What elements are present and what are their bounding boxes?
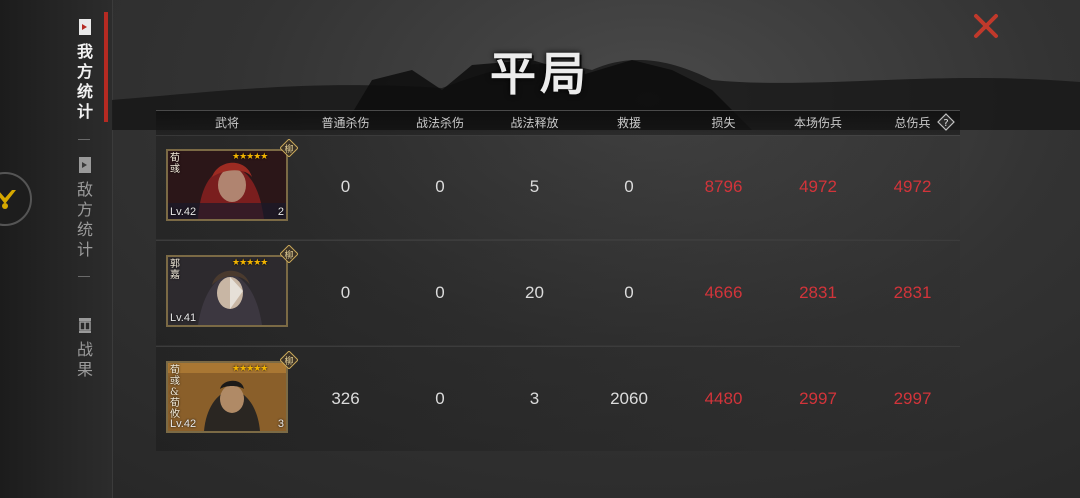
result-title: 平局 xyxy=(490,47,590,101)
rescue-value: 2060 xyxy=(610,389,648,408)
tactic-casts-value: 5 xyxy=(529,177,540,196)
svg-text:?: ? xyxy=(943,118,948,129)
table-row: 荀彧&荀攸 ★★★★★ Lv.42 3 柳 326 0 3 2060 4480 … xyxy=(156,347,960,451)
normal-kills-value: 0 xyxy=(340,283,351,302)
tactic-kills-value: 0 xyxy=(435,177,445,196)
loss-value: 4480 xyxy=(704,389,743,408)
tactic-casts-value: 3 xyxy=(529,389,540,408)
help-icon[interactable]: ? xyxy=(937,113,955,131)
header-tactic-casts: 战法释放 xyxy=(510,116,559,130)
sidebar-divider xyxy=(78,276,90,277)
enemy-stats-icon xyxy=(79,157,91,173)
header-wounded-this-battle: 本场伤兵 xyxy=(793,116,842,130)
svg-text:柳: 柳 xyxy=(284,143,293,155)
total-wounded-value: 2997 xyxy=(893,389,932,408)
svg-text:柳: 柳 xyxy=(284,355,293,367)
total-wounded-value: 2831 xyxy=(893,283,932,302)
general-portrait[interactable]: 郭嘉 ★★★★★ Lv.41 xyxy=(166,255,288,327)
tab-battle-result[interactable]: 战 果 xyxy=(72,316,98,380)
tactic-kills-value: 0 xyxy=(435,283,445,302)
total-wounded-value: 4972 xyxy=(893,177,932,196)
sidebar-divider xyxy=(78,139,90,140)
wounded-this-battle-value: 2997 xyxy=(799,389,837,408)
active-tab-indicator xyxy=(104,12,108,122)
our-stats-icon xyxy=(79,19,91,35)
header-loss: 损失 xyxy=(711,116,736,130)
table-row: 荀彧 ★★★★★ Lv.42 2 柳 0 0 5 0 8796 4972 497… xyxy=(156,135,960,239)
loss-value: 8796 xyxy=(704,177,743,196)
faction-emblem-icon: 柳 xyxy=(280,139,298,157)
header-tactic-kills: 战法杀伤 xyxy=(415,116,464,130)
close-icon[interactable] xyxy=(970,10,1002,42)
tab-our-stats[interactable]: 我 方 统 计 xyxy=(72,18,98,122)
faction-emblem-icon: 柳 xyxy=(280,351,298,369)
tactic-kills-value: 0 xyxy=(435,389,445,408)
header-rescue: 救援 xyxy=(616,116,641,130)
tactic-casts-value: 20 xyxy=(525,283,544,302)
wounded-this-battle-value: 4972 xyxy=(799,177,837,196)
wounded-this-battle-value: 2831 xyxy=(799,283,837,302)
sidebar: 我 方 统 计 敌 方 统 计 战 果 xyxy=(0,0,113,498)
tab-enemy-stats[interactable]: 敌 方 统 计 xyxy=(72,156,98,260)
normal-kills-value: 0 xyxy=(340,177,351,196)
general-portrait[interactable]: 荀彧 ★★★★★ Lv.42 2 xyxy=(166,149,288,221)
rescue-value: 0 xyxy=(624,177,634,196)
battle-result-icon xyxy=(79,318,91,333)
normal-kills-value: 326 xyxy=(331,389,360,408)
header-normal-kills: 普通杀伤 xyxy=(321,116,370,130)
table-row: 郭嘉 ★★★★★ Lv.41 柳 0 0 20 0 4666 2831 2831 xyxy=(156,241,960,345)
faction-emblem-icon: 柳 xyxy=(280,245,298,263)
loss-value: 4666 xyxy=(704,283,743,302)
header-general: 武将 xyxy=(214,116,239,130)
svg-text:柳: 柳 xyxy=(284,249,293,261)
general-portrait[interactable]: 荀彧&荀攸 ★★★★★ Lv.42 3 xyxy=(166,361,288,433)
table-header: 武将 普通杀伤 战法杀伤 战法释放 救援 损失 本场伤兵 总伤兵 xyxy=(156,110,960,136)
rescue-value: 0 xyxy=(624,283,634,302)
